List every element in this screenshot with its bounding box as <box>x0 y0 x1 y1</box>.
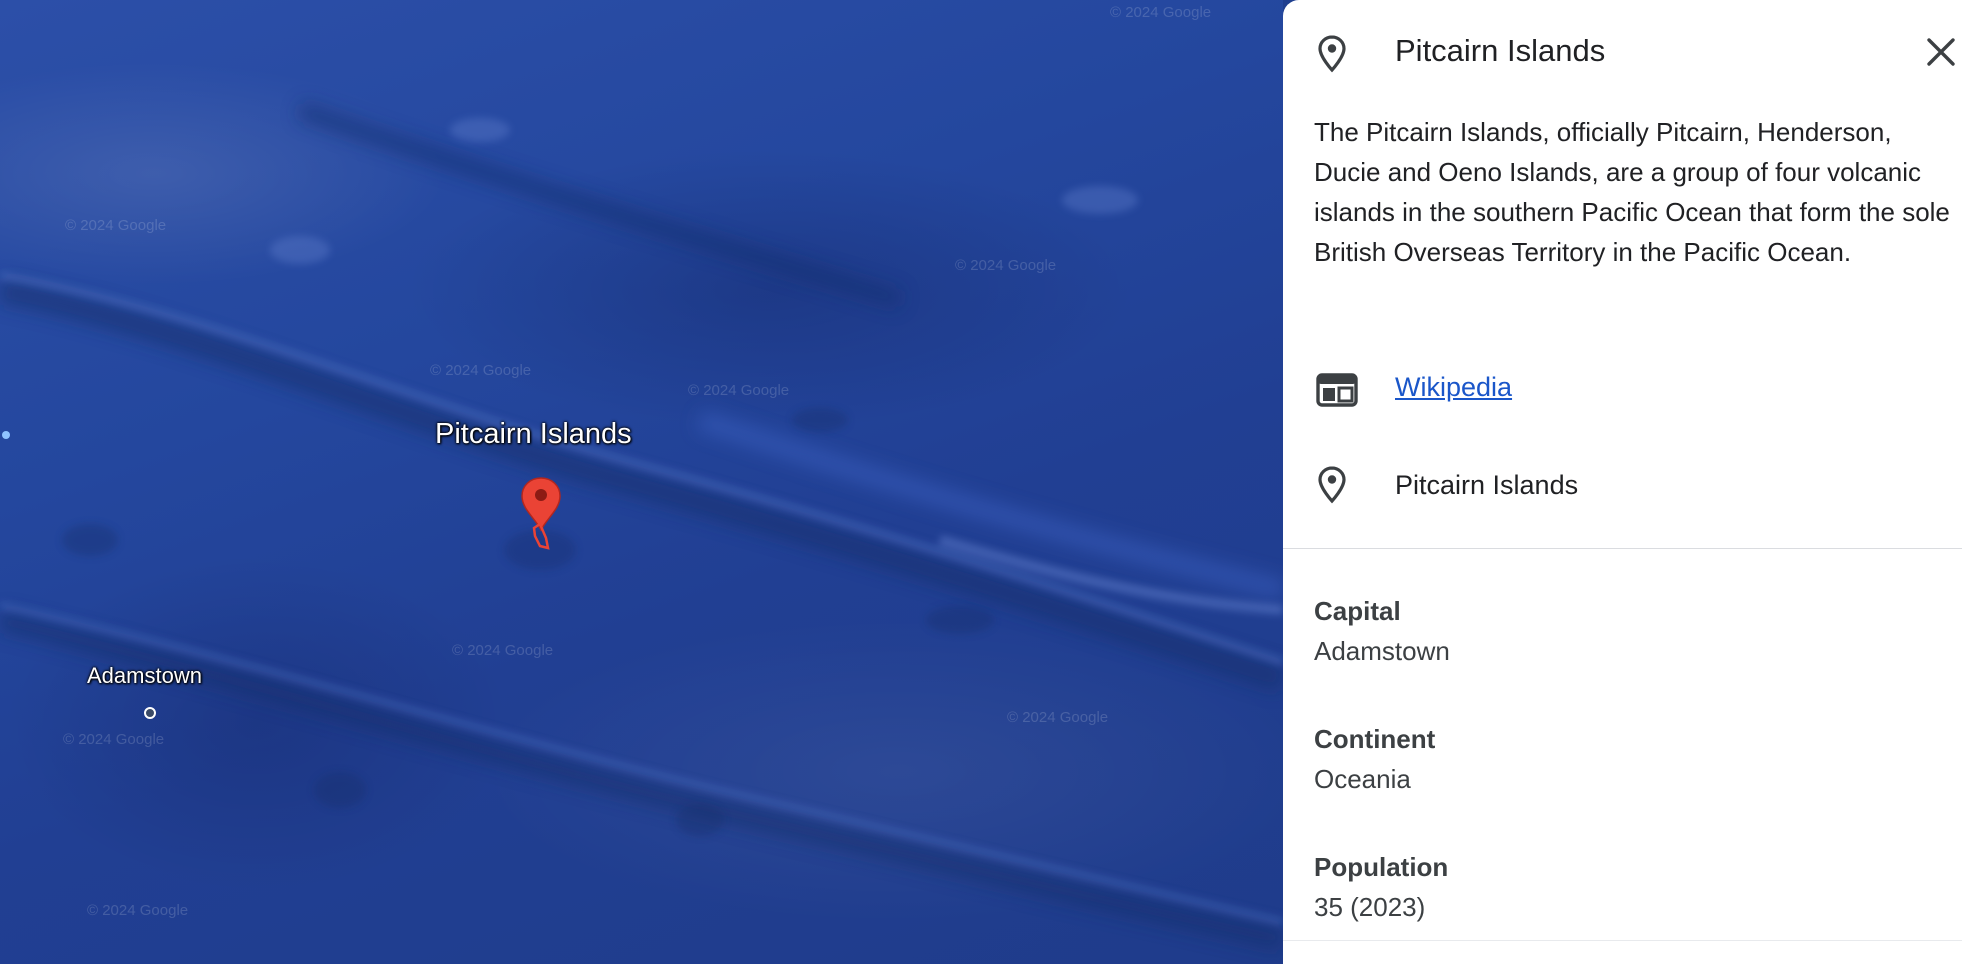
map-watermark: © 2024 Google <box>1007 709 1109 726</box>
location-pin-icon <box>1318 466 1346 504</box>
map-watermark: © 2024 Google <box>688 382 790 399</box>
fact-value-population: 35 (2023) <box>1314 892 1426 922</box>
place-info-panel: Pitcairn Islands The Pitcairn Islands, o… <box>1283 0 1962 964</box>
map-watermark: © 2024 Google <box>65 217 167 234</box>
map-watermark: © 2024 Google <box>63 731 165 748</box>
satellite-map[interactable]: © 2024 Google © 2024 Google © 2024 Googl… <box>0 0 1283 964</box>
map-watermark: © 2024 Google <box>1110 4 1212 21</box>
map-label-pitcairn[interactable]: Pitcairn Islands <box>435 418 632 451</box>
ocean-terrain <box>0 101 1283 951</box>
fact-value-continent: Oceania <box>1314 764 1411 794</box>
location-pin-icon <box>1318 35 1346 73</box>
place-name: Pitcairn Islands <box>1395 470 1579 500</box>
close-icon[interactable] <box>1923 34 1959 70</box>
map-point <box>2 431 10 439</box>
place-description: The Pitcairn Islands, officially Pitcair… <box>1314 117 1950 267</box>
map-marker-icon[interactable] <box>520 476 562 554</box>
map-label-adamstown[interactable]: Adamstown <box>87 663 202 689</box>
fact-label-population: Population <box>1314 852 1449 882</box>
fact-value-capital: Adamstown <box>1314 636 1450 666</box>
section-divider <box>1283 940 1962 941</box>
map-watermark: © 2024 Google <box>452 642 554 659</box>
map-watermark: © 2024 Google <box>955 257 1057 274</box>
fact-label-continent: Continent <box>1314 724 1436 754</box>
section-divider <box>1283 548 1962 549</box>
panel-title: Pitcairn Islands <box>1395 33 1606 68</box>
town-marker-icon[interactable] <box>144 707 156 719</box>
wikipedia-link[interactable]: Wikipedia <box>1395 372 1512 403</box>
web-page-icon <box>1316 373 1358 407</box>
map-watermark: © 2024 Google <box>430 362 532 379</box>
map-watermark: © 2024 Google <box>87 902 189 919</box>
fact-label-capital: Capital <box>1314 596 1401 626</box>
